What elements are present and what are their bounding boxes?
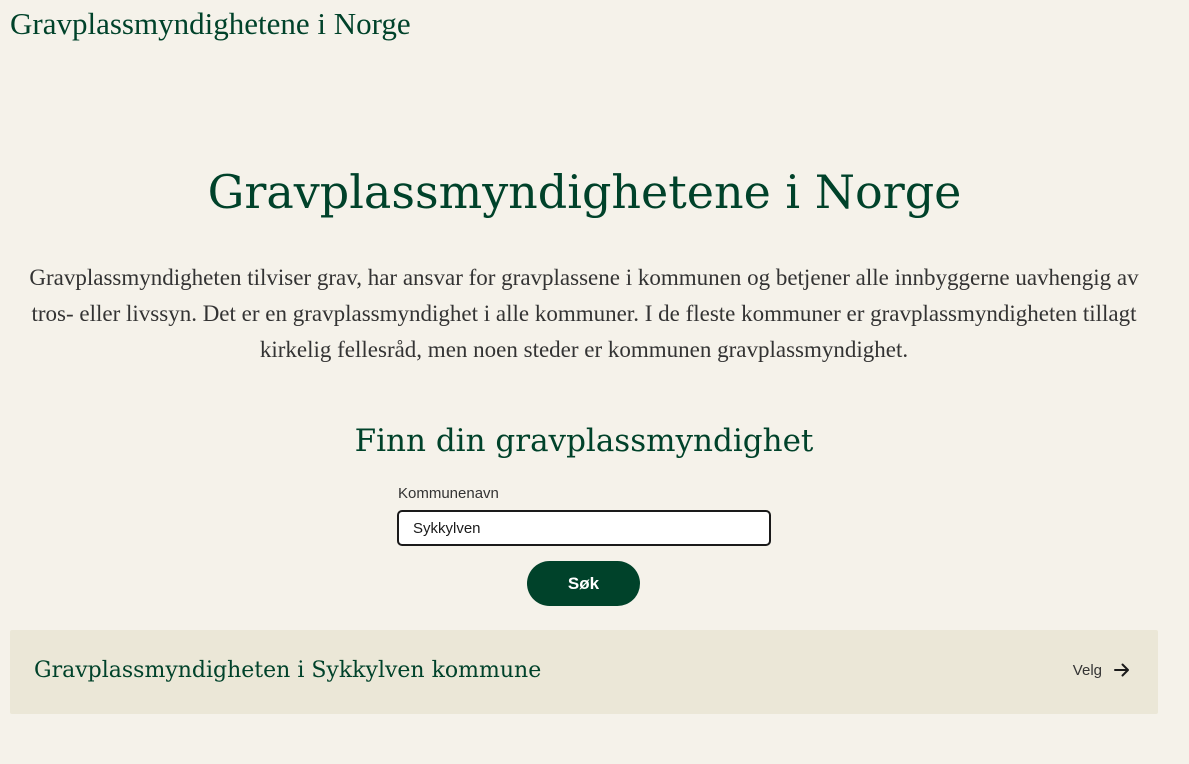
intro-text: Gravplassmyndigheten tilviser grav, har …: [29, 265, 1139, 362]
search-button[interactable]: Søk: [527, 561, 640, 606]
select-result-button[interactable]: Velg: [1073, 660, 1132, 680]
result-item[interactable]: Gravplassmyndigheten i Sykkylven kommune…: [10, 630, 1158, 714]
page-title: Gravplassmyndighetene i Norge: [207, 165, 962, 219]
search-heading: Finn din gravplassmyndighet: [354, 423, 814, 459]
result-name: Gravplassmyndigheten i Sykkylven kommune: [34, 658, 542, 683]
municipality-search-input[interactable]: [397, 510, 771, 546]
municipality-label: Kommunenavn: [398, 485, 499, 502]
select-label: Velg: [1072, 661, 1102, 679]
site-title[interactable]: Gravplassmyndighetene i Norge: [10, 6, 411, 42]
arrow-right-icon: [1114, 663, 1129, 677]
